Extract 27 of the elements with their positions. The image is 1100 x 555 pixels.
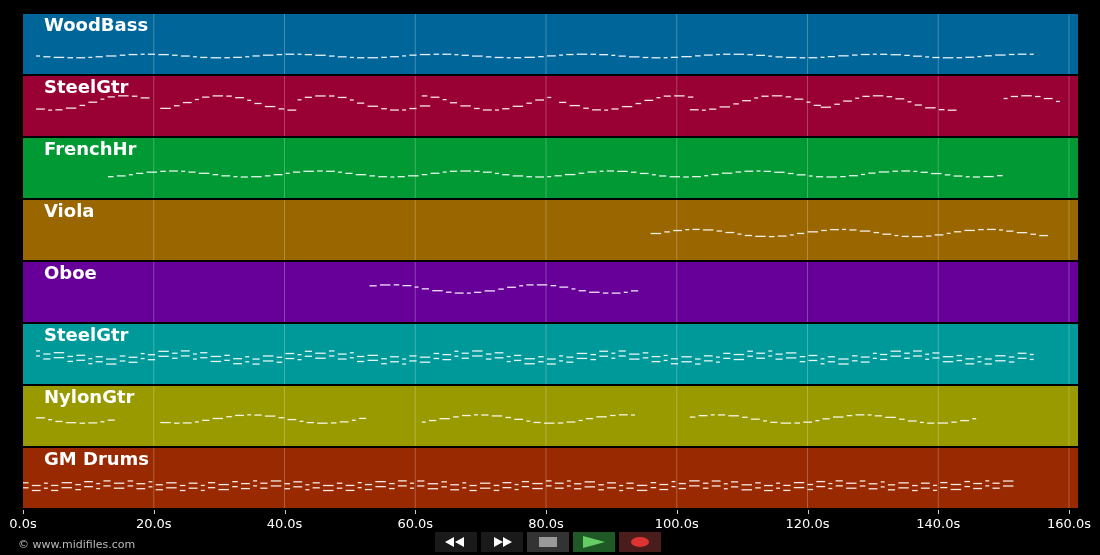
stop-icon [539, 537, 558, 547]
track-name: WoodBass [44, 15, 149, 35]
time-tick-label: 160.0s [1047, 516, 1091, 531]
track-name: FrenchHr [44, 139, 137, 159]
record-button[interactable] [619, 532, 662, 552]
play-button[interactable] [573, 532, 616, 552]
play-icon [583, 536, 606, 548]
track-name: Oboe [44, 263, 97, 283]
track-name: SteelGtr [44, 77, 129, 97]
fast-forward-icon [491, 537, 514, 547]
copyright-text: © www.midifiles.com [18, 537, 136, 551]
time-tick-label: 100.0s [654, 516, 699, 531]
track-name: SteelGtr [44, 325, 129, 345]
time-tick-label: 0.0s [9, 516, 37, 531]
time-tick-label: 40.0s [266, 516, 303, 531]
time-tick-label: 20.0s [135, 516, 172, 531]
time-tick-label: 120.0s [785, 516, 830, 531]
rewind-button[interactable] [435, 532, 478, 552]
track-name: NylonGtr [44, 387, 135, 407]
time-tick-label: 140.0s [916, 516, 961, 531]
time-tick-label: 60.0s [397, 516, 434, 531]
track-name: Viola [44, 201, 95, 221]
track-name: GM Drums [44, 449, 150, 469]
stop-button[interactable] [527, 532, 570, 552]
record-icon [631, 537, 650, 547]
fast-forward-button[interactable] [481, 532, 524, 552]
time-tick-label: 80.0s [528, 516, 564, 531]
